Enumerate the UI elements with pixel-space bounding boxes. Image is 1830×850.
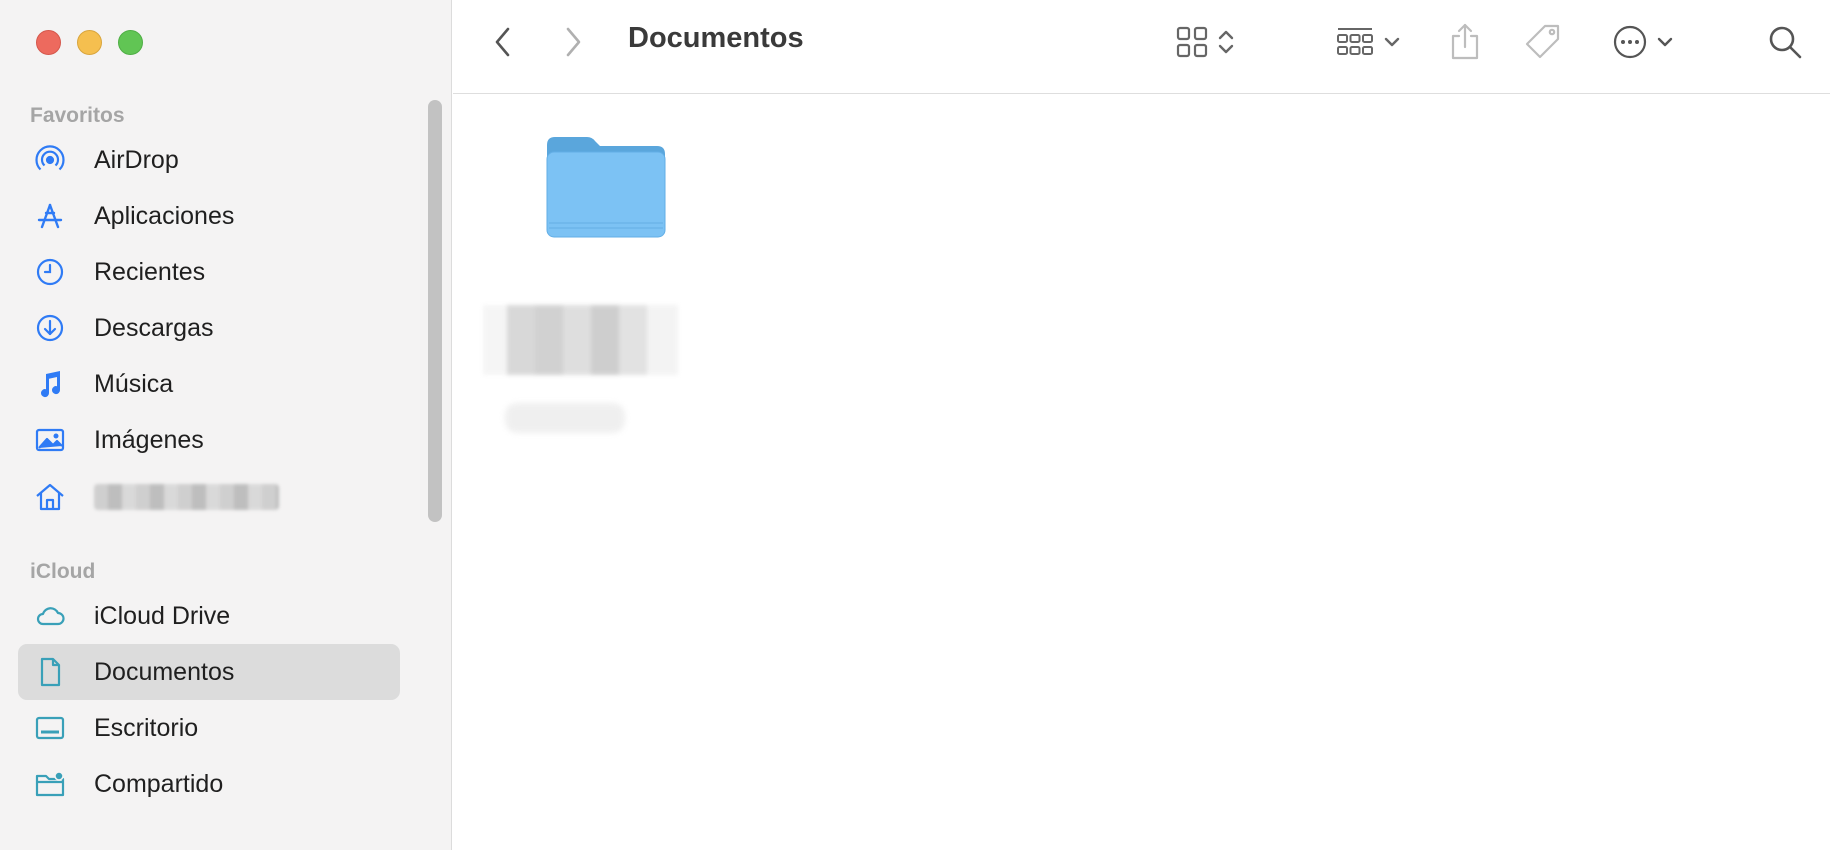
- file-browser-content: [453, 95, 1830, 850]
- finder-window: Favoritos AirDrop Aplicaciones Recientes…: [0, 0, 1830, 850]
- sidebar-item-label: Documentos: [94, 657, 235, 686]
- group-button[interactable]: [1328, 20, 1408, 64]
- chevron-down-icon: [1656, 35, 1674, 49]
- home-folder-name-redacted: [94, 484, 279, 510]
- grid-view-icon: [1175, 25, 1209, 59]
- chevron-left-icon: [492, 25, 514, 59]
- close-window-button[interactable]: [36, 30, 61, 55]
- window-controls: [36, 30, 143, 55]
- maximize-window-button[interactable]: [118, 30, 143, 55]
- sidebar-item-label: iCloud Drive: [94, 601, 231, 630]
- tag-button[interactable]: [1519, 20, 1567, 64]
- group-icon: [1335, 25, 1375, 59]
- document-icon: [34, 656, 66, 688]
- sidebar-item-downloads[interactable]: Descargas: [18, 300, 400, 356]
- photo-icon: [34, 424, 66, 456]
- sidebar-item-music[interactable]: Música: [18, 356, 400, 412]
- sidebar-item-label: Música: [94, 369, 174, 398]
- forward-button[interactable]: [553, 22, 593, 62]
- sidebar-item-label: AirDrop: [94, 145, 179, 174]
- folder-name-redacted: [483, 305, 678, 375]
- folder-meta-redacted: [505, 403, 625, 433]
- sidebar-item-label: Escritorio: [94, 713, 199, 742]
- window-title: Documentos: [628, 22, 804, 54]
- airdrop-icon: [34, 144, 66, 176]
- sidebar-item-label: Compartido: [94, 769, 224, 798]
- clock-icon: [34, 256, 66, 288]
- search-icon: [1767, 24, 1803, 60]
- view-mode-button[interactable]: [1165, 20, 1245, 64]
- sidebar-scrollbar[interactable]: [428, 100, 442, 522]
- section-label-icloud: iCloud: [30, 560, 96, 583]
- cloud-icon: [34, 600, 66, 632]
- sidebar-item-applications[interactable]: Aplicaciones: [18, 188, 400, 244]
- tag-icon: [1523, 22, 1563, 62]
- sidebar-item-documents[interactable]: Documentos: [18, 644, 400, 700]
- sidebar-item-icloud-drive[interactable]: iCloud Drive: [18, 588, 400, 644]
- more-actions-button[interactable]: [1603, 20, 1683, 64]
- sidebar-item-home[interactable]: [18, 469, 400, 525]
- toolbar: Documentos: [453, 0, 1830, 94]
- download-icon: [34, 312, 66, 344]
- chevron-updown-icon: [1217, 27, 1235, 57]
- desktop-icon: [34, 712, 66, 744]
- share-icon: [1448, 22, 1482, 62]
- back-button[interactable]: [483, 22, 523, 62]
- sidebar-item-shared[interactable]: Compartido: [18, 756, 400, 812]
- search-button[interactable]: [1763, 20, 1807, 64]
- chevron-right-icon: [562, 25, 584, 59]
- sidebar-item-label: Recientes: [94, 257, 206, 286]
- shared-folder-icon: [34, 768, 66, 800]
- minimize-window-button[interactable]: [77, 30, 102, 55]
- music-note-icon: [34, 368, 66, 400]
- section-label-favorites: Favoritos: [30, 104, 125, 127]
- sidebar-item-label: Aplicaciones: [94, 201, 235, 230]
- sidebar-item-label: Imágenes: [94, 425, 204, 454]
- sidebar-item-desktop[interactable]: Escritorio: [18, 700, 400, 756]
- sidebar-item-airdrop[interactable]: AirDrop: [18, 132, 400, 188]
- share-button[interactable]: [1443, 18, 1487, 66]
- sidebar-item-label: Descargas: [94, 313, 214, 342]
- sidebar: Favoritos AirDrop Aplicaciones Recientes…: [0, 0, 452, 850]
- home-icon: [34, 481, 66, 513]
- sidebar-item-recents[interactable]: Recientes: [18, 244, 400, 300]
- chevron-down-icon: [1383, 35, 1401, 49]
- applications-icon: [34, 200, 66, 232]
- sidebar-item-images[interactable]: Imágenes: [18, 412, 400, 468]
- ellipsis-circle-icon: [1612, 24, 1648, 60]
- folder-icon: [546, 137, 666, 238]
